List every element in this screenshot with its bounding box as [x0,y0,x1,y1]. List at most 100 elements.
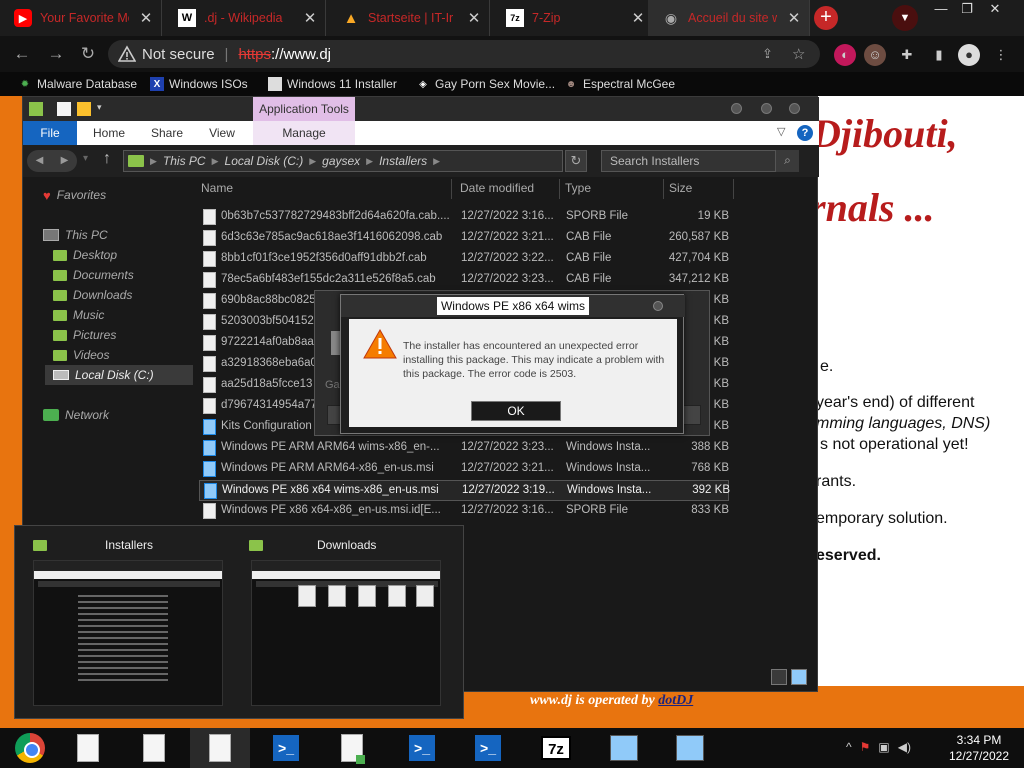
thumbnail-installers[interactable] [33,560,223,706]
forward-icon[interactable]: → [44,42,68,66]
tab-manage[interactable]: Manage [253,121,355,145]
details-view-icon[interactable] [771,669,787,685]
nav-local-disk[interactable]: Local Disk (C:) [45,365,193,385]
clock[interactable]: 3:34 PM 12/27/2022 [940,732,1018,764]
customize-qat-icon[interactable]: ▾ [97,102,111,116]
maximize-icon[interactable] [761,103,772,114]
file-row[interactable]: 8bb1cf01f3ce1952f356d0aff91dbb2f.cab 12/2… [199,249,729,270]
security-status[interactable]: Not secure [142,46,215,63]
bookmark-windows-11-installer[interactable]: Windows 11 Installer [268,72,397,96]
file-row[interactable]: Windows PE x86 x64-x86_en-us.msi.id[E...… [199,501,729,522]
breadcrumb[interactable]: ▶ This PC ▶ Local Disk (C:) ▶ gaysex ▶ I… [123,150,563,172]
up-arrow-icon[interactable]: ↑ [103,150,111,168]
reload-icon[interactable]: ↻ [76,42,100,66]
file-row[interactable]: 78ec5a6bf483ef155dc2a311e526f8a5.cab 12/2… [199,270,729,291]
recent-locations-icon[interactable]: ▾ [83,153,88,164]
close-window-icon[interactable]: ✕ [982,0,1008,20]
tab-search-icon[interactable]: ▼ [892,5,918,31]
nav-desktop[interactable]: Desktop [53,245,117,265]
breadcrumb-folder[interactable]: gaysex [322,154,360,168]
nav-network[interactable]: Network [43,405,109,425]
close-tab-icon[interactable]: ✕ [301,9,319,27]
browser-tab-wikipedia[interactable]: W .dj - Wikipedia ✕ [164,0,326,36]
taskbar-powershell[interactable]: >_ [392,728,452,768]
taskbar-chrome[interactable] [0,728,60,768]
back-icon[interactable]: ← [10,42,34,66]
chevron-up-icon[interactable]: ^ [846,740,852,754]
taskbar-7zip[interactable]: 7z [526,728,586,768]
column-divider[interactable] [733,179,734,199]
extensions-puzzle-icon[interactable]: ✚ [896,44,918,66]
column-date-modified[interactable]: Date modified [460,181,534,195]
extension-icon[interactable]: ◐ [834,44,856,66]
nav-this-pc[interactable]: This PC [43,225,108,245]
column-divider[interactable] [451,179,452,199]
installer-cancel-button[interactable] [681,405,701,425]
new-tab-button[interactable]: + [814,6,838,30]
thumbnail-installers-header[interactable]: Installers [33,538,153,552]
forward-icon[interactable]: ▶ [52,150,77,172]
taskbar-powershell[interactable]: >_ [256,728,316,768]
search-input[interactable]: Search Installers [601,150,799,172]
new-folder-icon[interactable] [77,102,91,116]
close-tab-icon[interactable]: ✕ [137,9,155,27]
browser-tab-startseite[interactable]: ▲ Startseite | IT-Ir ✕ [328,0,490,36]
minimize-icon[interactable] [731,103,742,114]
sidebar-icon[interactable]: ▮ [928,44,950,66]
close-tab-icon[interactable]: ✕ [629,9,647,27]
nav-favorites[interactable]: ♥ Favorites [43,185,106,205]
taskbar-powershell[interactable]: >_ [458,728,518,768]
flag-icon[interactable]: ⚑ [860,740,871,754]
column-divider[interactable] [559,179,560,199]
network-icon[interactable]: ▣ [878,740,889,754]
browser-tab-accueil[interactable]: ◉ Accueil du site w ✕ [648,0,810,36]
nav-downloads[interactable]: Downloads [53,285,132,305]
nav-music[interactable]: Music [53,305,104,325]
tab-file[interactable]: File [23,121,77,145]
nav-documents[interactable]: Documents [53,265,134,285]
taskbar-document-green[interactable] [322,728,382,768]
footer-link[interactable]: dotDJ [658,693,693,708]
tab-view[interactable]: View [203,121,241,145]
refresh-icon[interactable]: ↻ [565,150,587,172]
close-tab-icon[interactable]: ✕ [785,9,803,27]
file-row[interactable]: 6d3c63e785ac9ac618ae3f1416062098.cab 12/2… [199,228,729,249]
column-size[interactable]: Size [669,181,692,195]
bookmark-windows-isos[interactable]: X Windows ISOs [150,72,248,96]
minimize-icon[interactable]: — [928,0,954,20]
menu-icon[interactable]: ⋮ [990,44,1012,66]
close-icon[interactable] [789,103,800,114]
breadcrumb-installers[interactable]: Installers [379,154,427,168]
column-type[interactable]: Type [565,181,591,195]
tab-home[interactable]: Home [89,121,129,145]
nav-pictures[interactable]: Pictures [53,325,116,345]
profile-icon[interactable]: ● [958,44,980,66]
search-icon[interactable]: ⌕ [775,150,799,172]
extension-avatar-icon[interactable]: ☺ [864,44,886,66]
breadcrumb-this-pc[interactable]: This PC [163,154,206,168]
nav-videos[interactable]: Videos [53,345,109,365]
taskbar-installer[interactable] [660,728,720,768]
bookmark-movie[interactable]: ◈ Gay Porn Sex Movie... [416,72,555,96]
address-bar[interactable]: Not secure | https://www.dj ⇪ ☆ [108,40,820,68]
file-row[interactable]: Windows PE x86 x64 wims-x86_en-us.msi 12/… [199,480,730,501]
taskbar-document[interactable] [58,728,118,768]
close-icon[interactable] [653,301,663,311]
restore-icon[interactable]: ❐ [954,0,980,20]
back-forward-buttons[interactable]: ◀ ▶ [27,150,77,172]
close-tab-icon[interactable]: ✕ [465,9,483,27]
back-icon[interactable]: ◀ [27,150,52,172]
file-row[interactable]: 0b63b7c537782729483bff2d64a620fa.cab....… [199,207,729,228]
thumbnail-downloads[interactable] [251,560,441,706]
column-name[interactable]: Name [201,181,233,195]
taskbar-installer[interactable] [594,728,654,768]
browser-tab-7zip[interactable]: 7z 7-Zip ✕ [492,0,654,36]
thumbnail-view-icon[interactable] [791,669,807,685]
breadcrumb-local-disk[interactable]: Local Disk (C:) [225,154,304,168]
column-divider[interactable] [663,179,664,199]
chevron-down-icon[interactable]: ▽ [777,125,785,138]
bookmark-star-icon[interactable]: ☆ [792,45,805,63]
taskbar-explorer[interactable] [190,728,250,768]
tab-share[interactable]: Share [147,121,187,145]
bookmark-malware-database[interactable]: ✹ Malware Database [18,72,137,96]
